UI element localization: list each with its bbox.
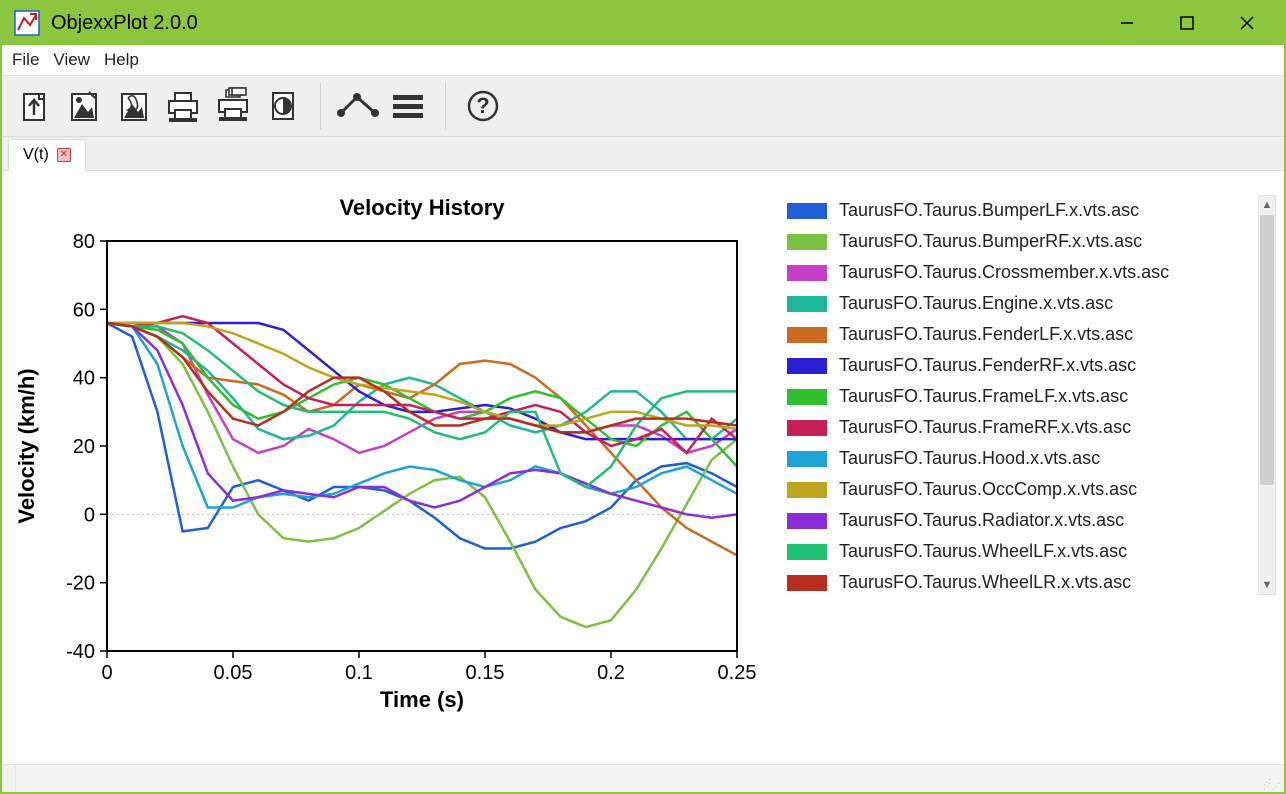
legend-label: TaurusFO.Taurus.WheelLR.x.vts.asc xyxy=(839,572,1131,593)
menubar: File View Help xyxy=(2,45,1284,75)
legend-item[interactable]: TaurusFO.Taurus.FrameRF.x.vts.asc xyxy=(787,412,1252,443)
print-button[interactable] xyxy=(158,81,208,131)
legend-item[interactable]: TaurusFO.Taurus.BumperLF.x.vts.asc xyxy=(787,195,1252,226)
legend-item[interactable]: TaurusFO.Taurus.Hood.x.vts.asc xyxy=(787,443,1252,474)
app-body: File View Help ? xyxy=(2,45,1284,792)
legend-item[interactable]: TaurusFO.Taurus.FenderRF.x.vts.asc xyxy=(787,350,1252,381)
maximize-button[interactable] xyxy=(1157,1,1217,45)
x-tick-label: 0.2 xyxy=(597,662,625,684)
legend-label: TaurusFO.Taurus.Engine.x.vts.asc xyxy=(839,293,1113,314)
tab-close-icon[interactable]: ✕ xyxy=(57,148,71,162)
statusbar: ⋰⋰⋰ xyxy=(2,764,1284,792)
app-icon xyxy=(13,9,41,37)
legend-list: TaurusFO.Taurus.BumperLF.x.vts.asc Taurus… xyxy=(787,195,1252,764)
x-tick-label: 0.1 xyxy=(345,662,373,684)
main: Velocity History 0 0.05 0.1 0.15 0.2 0.25 -40 -2… xyxy=(2,171,1284,764)
legend-item[interactable]: TaurusFO.Taurus.WheelLR.x.vts.asc xyxy=(787,567,1252,598)
series-line[interactable] xyxy=(107,323,737,432)
titlebar: ObjexxPlot 2.0.0 xyxy=(1,1,1285,45)
legend-swatch xyxy=(787,451,827,467)
y-tick-label: 40 xyxy=(73,368,95,390)
legend-label: TaurusFO.Taurus.Radiator.x.vts.asc xyxy=(839,510,1124,531)
legend-scrollbar[interactable]: ▲ ▼ xyxy=(1258,195,1276,595)
open-file-button[interactable] xyxy=(8,81,58,131)
legend-panel: TaurusFO.Taurus.BumperLF.x.vts.asc Taurus… xyxy=(767,171,1284,764)
toolbar: ? xyxy=(2,75,1284,137)
print-all-button[interactable] xyxy=(208,81,258,131)
chart-title: Velocity History xyxy=(339,195,505,220)
legend-item[interactable]: TaurusFO.Taurus.OccComp.x.vts.asc xyxy=(787,474,1252,505)
legend-label: TaurusFO.Taurus.Hood.x.vts.asc xyxy=(839,448,1100,469)
legend-swatch xyxy=(787,575,827,591)
tabstrip: V(t) ✕ xyxy=(2,137,1284,171)
y-tick-label: 0 xyxy=(84,504,95,526)
y-tick-label: 80 xyxy=(73,231,95,253)
line-style-button[interactable] xyxy=(333,81,383,131)
legend-swatch xyxy=(787,420,827,436)
tab-label: V(t) xyxy=(23,146,49,164)
legend-item[interactable]: TaurusFO.Taurus.FenderLF.x.vts.asc xyxy=(787,319,1252,350)
legend-swatch xyxy=(787,265,827,281)
scroll-up-icon[interactable]: ▲ xyxy=(1259,196,1275,214)
toolbar-separator xyxy=(320,83,321,129)
minimize-button[interactable] xyxy=(1097,1,1157,45)
resize-grip-icon[interactable]: ⋰⋰⋰ xyxy=(1266,765,1284,792)
x-tick-label: 0 xyxy=(101,662,112,684)
legend-label: TaurusFO.Taurus.WheelLF.x.vts.asc xyxy=(839,541,1127,562)
legend-swatch xyxy=(787,513,827,529)
scroll-down-icon[interactable]: ▼ xyxy=(1259,576,1275,594)
scroll-thumb[interactable] xyxy=(1260,215,1274,485)
legend-toggle-button[interactable] xyxy=(383,81,433,131)
toolbar-separator xyxy=(445,83,446,129)
legend-swatch xyxy=(787,296,827,312)
x-tick-label: 0.15 xyxy=(466,662,505,684)
y-tick-label: -40 xyxy=(66,641,95,663)
legend-item[interactable]: TaurusFO.Taurus.Radiator.x.vts.asc xyxy=(787,505,1252,536)
legend-item[interactable]: TaurusFO.Taurus.WheelLF.x.vts.asc xyxy=(787,536,1252,567)
legend-label: TaurusFO.Taurus.BumperRF.x.vts.asc xyxy=(839,231,1142,252)
legend-swatch xyxy=(787,203,827,219)
legend-swatch xyxy=(787,358,827,374)
legend-swatch xyxy=(787,544,827,560)
legend-item[interactable]: TaurusFO.Taurus.FrameLF.x.vts.asc xyxy=(787,381,1252,412)
legend-item[interactable]: TaurusFO.Taurus.Crossmember.x.vts.asc xyxy=(787,257,1252,288)
help-button[interactable]: ? xyxy=(458,81,508,131)
close-button[interactable] xyxy=(1217,1,1277,45)
export-image-button[interactable] xyxy=(58,81,108,131)
menu-help[interactable]: Help xyxy=(104,50,139,70)
svg-text:?: ? xyxy=(476,93,489,118)
contrast-button[interactable] xyxy=(258,81,308,131)
x-axis-label: Time (s) xyxy=(380,687,464,712)
tab-vt[interactable]: V(t) ✕ xyxy=(8,139,86,171)
legend-label: TaurusFO.Taurus.OccComp.x.vts.asc xyxy=(839,479,1137,500)
y-tick-label: -20 xyxy=(66,573,95,595)
x-tick-label: 0.05 xyxy=(214,662,253,684)
legend-label: TaurusFO.Taurus.Crossmember.x.vts.asc xyxy=(839,262,1169,283)
legend-label: TaurusFO.Taurus.BumperLF.x.vts.asc xyxy=(839,200,1139,221)
y-axis-label: Velocity (km/h) xyxy=(14,368,39,523)
legend-item[interactable]: TaurusFO.Taurus.Engine.x.vts.asc xyxy=(787,288,1252,319)
legend-swatch xyxy=(787,327,827,343)
x-tick-label: 0.25 xyxy=(718,662,757,684)
legend-swatch xyxy=(787,234,827,250)
legend-label: TaurusFO.Taurus.FenderLF.x.vts.asc xyxy=(839,324,1133,345)
legend-label: TaurusFO.Taurus.FrameLF.x.vts.asc xyxy=(839,386,1128,407)
legend-swatch xyxy=(787,389,827,405)
legend-label: TaurusFO.Taurus.FenderRF.x.vts.asc xyxy=(839,355,1136,376)
series-line[interactable] xyxy=(107,323,737,453)
legend-label: TaurusFO.Taurus.FrameRF.x.vts.asc xyxy=(839,417,1131,438)
legend-item[interactable]: TaurusFO.Taurus.BumperRF.x.vts.asc xyxy=(787,226,1252,257)
window-title: ObjexxPlot 2.0.0 xyxy=(51,12,198,35)
y-tick-label: 20 xyxy=(73,436,95,458)
plot-area[interactable]: Velocity History 0 0.05 0.1 0.15 0.2 0.25 -40 -2… xyxy=(2,171,767,764)
series-line[interactable] xyxy=(107,323,737,508)
y-tick-label: 60 xyxy=(73,299,95,321)
legend-swatch xyxy=(787,482,827,498)
menu-file[interactable]: File xyxy=(12,50,39,70)
export-pdf-button[interactable] xyxy=(108,81,158,131)
menu-view[interactable]: View xyxy=(53,50,90,70)
series-line[interactable] xyxy=(107,323,737,467)
